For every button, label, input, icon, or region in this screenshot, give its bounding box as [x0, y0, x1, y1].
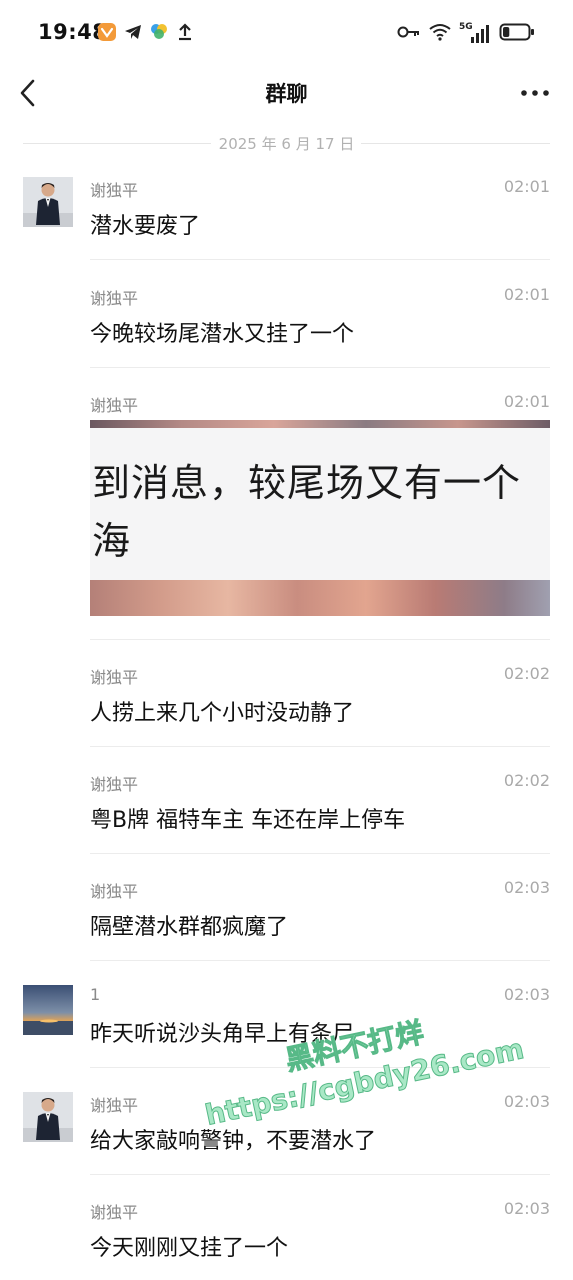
message-text[interactable]: 人捞上来几个小时没动静了 [90, 695, 354, 727]
message-separator [90, 960, 550, 961]
battery-icon [499, 22, 535, 46]
message-text[interactable]: 潜水要废了 [90, 208, 200, 240]
message-time: 02:01 [503, 285, 550, 304]
message-item[interactable]: 谢独平 02:03 给大家敲响警钟，不要潜水了 [0, 1090, 573, 1178]
more-dots-icon [521, 90, 549, 96]
image-message[interactable]: 到消息，较尾场又有一个 海 [90, 420, 550, 616]
avatar[interactable] [23, 1092, 73, 1142]
message-separator [90, 639, 550, 640]
image-text-line: 海 [92, 519, 132, 563]
message-separator [90, 853, 550, 854]
date-label: 2025 年 6 月 17 日 [218, 135, 355, 153]
message-item[interactable]: 谢独平 02:02 人捞上来几个小时没动静了 [0, 662, 573, 750]
image-sky-band-top [90, 420, 550, 428]
message-item[interactable]: 谢独平 02:03 今天刚刚又挂了一个 [0, 1197, 573, 1277]
sender-name: 谢独平 [90, 1096, 139, 1115]
color-app-icon [149, 22, 169, 42]
message-separator [90, 259, 550, 260]
app-badge-icon [97, 22, 117, 42]
message-time: 02:03 [503, 1199, 550, 1218]
message-time: 02:03 [503, 1092, 550, 1111]
image-sky-band-bottom [90, 580, 550, 616]
message-separator [90, 746, 550, 747]
upload-icon [175, 22, 195, 42]
man-in-suit-avatar [23, 1092, 73, 1142]
message-time: 02:01 [503, 177, 550, 196]
message-item[interactable]: 谢独平 02:03 隔壁潜水群都疯魔了 [0, 876, 573, 964]
message-separator [90, 367, 550, 368]
message-separator [90, 1067, 550, 1068]
sunset-sea-avatar [23, 985, 73, 1035]
avatar[interactable] [23, 985, 73, 1035]
sender-name: 谢独平 [90, 289, 139, 308]
status-notification-icons [97, 22, 195, 42]
sender-name: 1 [90, 985, 101, 1004]
message-item[interactable]: 1 02:03 昨天听说沙头角早上有条尸 [0, 983, 573, 1071]
sender-name: 谢独平 [90, 1203, 139, 1222]
message-time: 02:02 [503, 664, 550, 683]
wifi-icon [429, 22, 451, 46]
message-text[interactable]: 给大家敲响警钟，不要潜水了 [90, 1123, 376, 1155]
message-item[interactable]: 谢独平 02:01 今晚较场尾潜水又挂了一个 [0, 283, 573, 371]
message-text[interactable]: 粤B牌 福特车主 车还在岸上停车 [90, 802, 405, 834]
message-time: 02:01 [503, 392, 550, 411]
sender-name: 谢独平 [90, 396, 139, 415]
message-separator [90, 1174, 550, 1175]
status-system-icons: 5G [397, 22, 535, 46]
message-text[interactable]: 隔壁潜水群都疯魔了 [90, 909, 288, 941]
message-item[interactable]: 谢独平 02:02 粤B牌 福特车主 车还在岸上停车 [0, 769, 573, 857]
message-item[interactable]: 谢独平 02:01 到消息，较尾场又有一个 海 [0, 390, 573, 640]
avatar[interactable] [23, 177, 73, 227]
message-time: 02:03 [503, 878, 550, 897]
key-icon [397, 22, 421, 46]
message-text[interactable]: 今晚较场尾潜水又挂了一个 [90, 316, 354, 348]
more-button[interactable] [519, 79, 551, 107]
sender-name: 谢独平 [90, 668, 139, 687]
message-text[interactable]: 昨天听说沙头角早上有条尸 [90, 1016, 354, 1048]
sender-name: 谢独平 [90, 181, 139, 200]
status-bar: 19:48 5G [0, 0, 573, 66]
sender-name: 谢独平 [90, 882, 139, 901]
message-time: 02:02 [503, 771, 550, 790]
message-time: 02:03 [503, 985, 550, 1004]
man-in-suit-avatar [23, 177, 73, 227]
page-title: 群聊 [265, 82, 308, 106]
sender-name: 谢独平 [90, 775, 139, 794]
chat-header: 群聊 [0, 66, 573, 122]
telegram-icon [123, 22, 143, 42]
message-text[interactable]: 今天刚刚又挂了一个 [90, 1230, 288, 1262]
5g-signal-icon: 5G [459, 22, 491, 45]
message-item[interactable]: 谢独平 02:01 潜水要废了 [0, 175, 573, 263]
date-divider: 2025 年 6 月 17 日 [23, 132, 550, 154]
image-text-line: 到消息，较尾场又有一个 [92, 461, 522, 505]
